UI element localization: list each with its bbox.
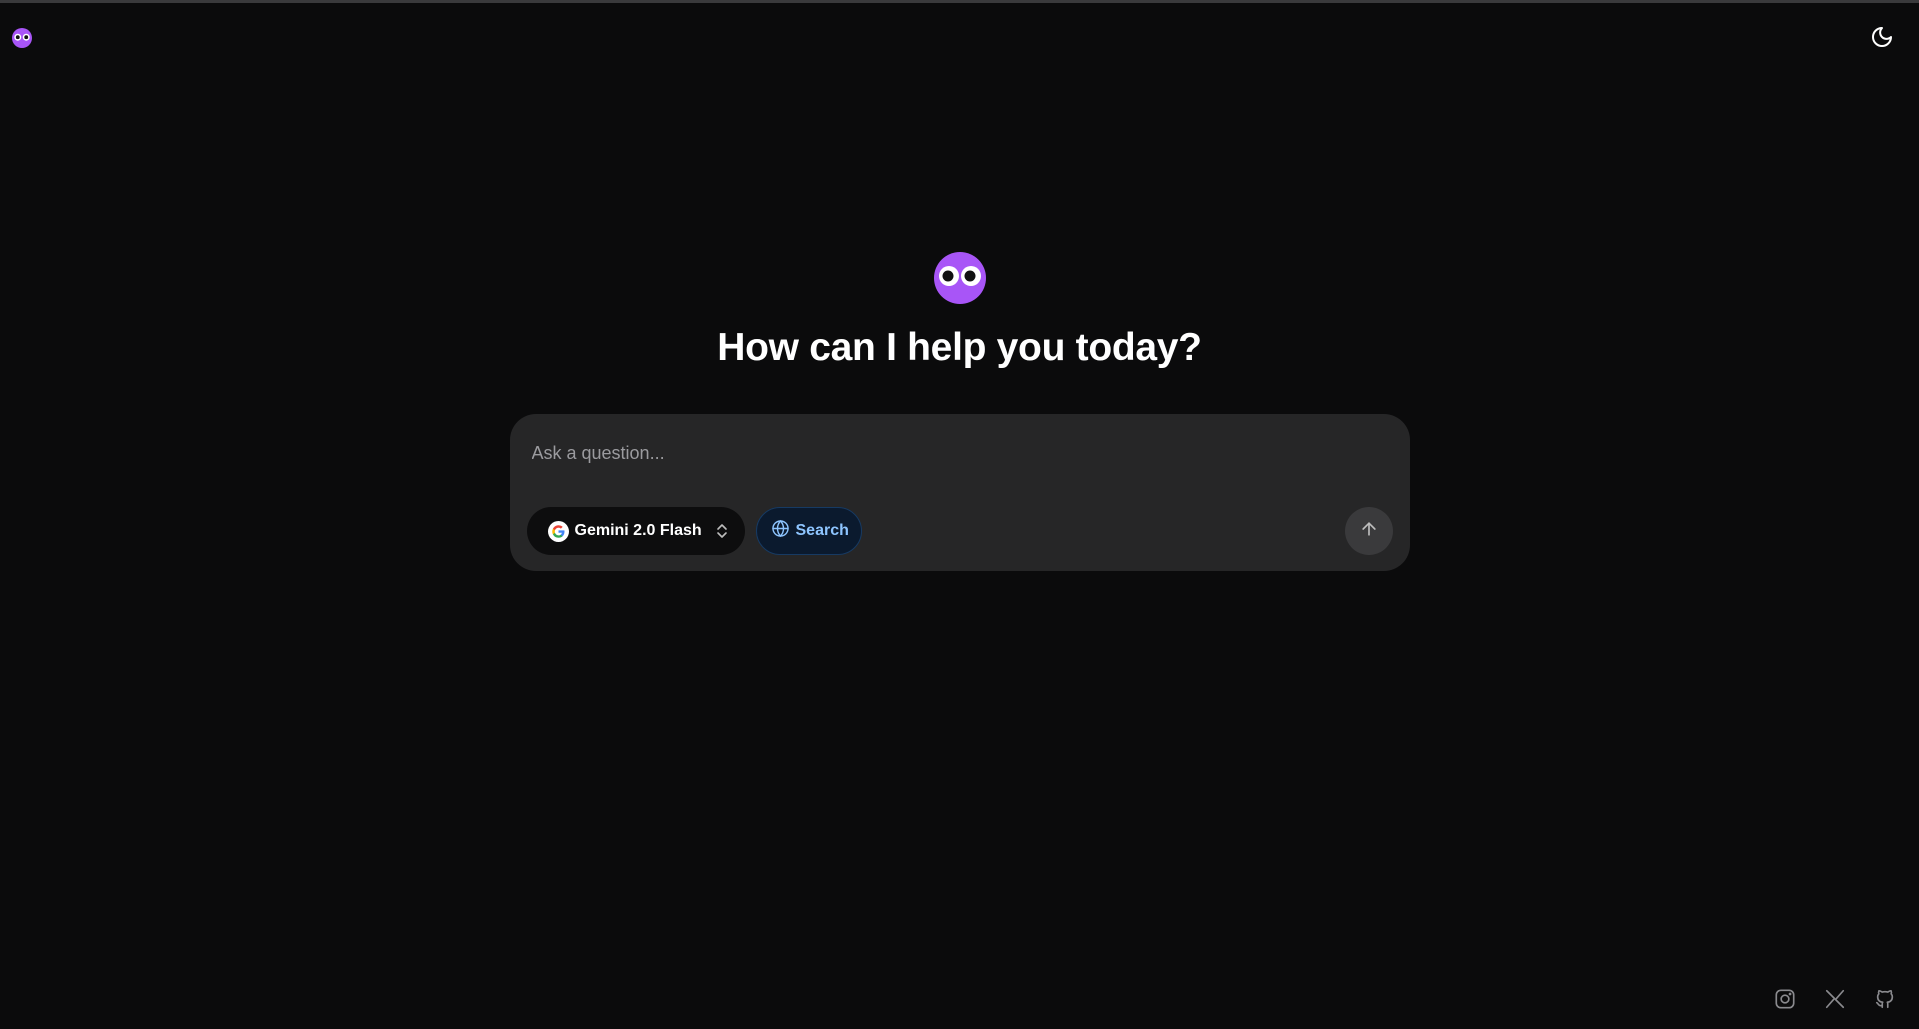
google-icon	[547, 520, 569, 542]
x-icon[interactable]	[1823, 987, 1847, 1011]
main-content: How can I help you today? Gemini 2.0 Fla…	[0, 0, 1919, 571]
globe-icon	[771, 519, 790, 543]
page-title: How can I help you today?	[717, 326, 1202, 369]
chat-composer: Gemini 2.0 Flash Search	[509, 414, 1410, 571]
chevron-updown-icon	[716, 523, 728, 539]
github-icon[interactable]	[1873, 987, 1897, 1011]
search-toggle-label: Search	[795, 522, 849, 539]
model-selector[interactable]: Gemini 2.0 Flash	[526, 507, 745, 555]
arrow-up-icon	[1359, 519, 1379, 544]
send-button[interactable]	[1344, 507, 1393, 555]
instagram-icon[interactable]	[1773, 987, 1797, 1011]
question-input[interactable]	[529, 434, 1384, 472]
social-links	[1773, 987, 1897, 1011]
model-selector-label: Gemini 2.0 Flash	[574, 522, 702, 539]
hero-logo-icon	[933, 252, 986, 304]
search-toggle-button[interactable]: Search	[755, 507, 862, 555]
